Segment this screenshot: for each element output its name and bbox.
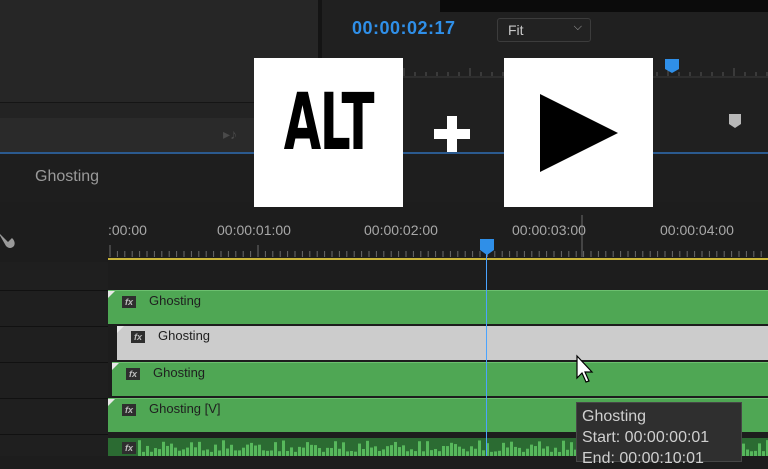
- ruler-timecode: 00:00:02:00: [364, 222, 438, 238]
- tooltip-title: Ghosting: [582, 408, 647, 425]
- clip-corner-marker: [112, 363, 119, 370]
- video-clip[interactable]: fx Ghosting: [108, 290, 768, 324]
- clip-name: Ghosting: [158, 328, 211, 343]
- fx-badge[interactable]: fx: [122, 404, 136, 416]
- clip-name: Ghosting [V]: [149, 401, 221, 416]
- clip-name: Ghosting: [153, 365, 206, 380]
- track-divider: [0, 398, 108, 399]
- work-area-bar[interactable]: [108, 258, 768, 260]
- fx-badge[interactable]: fx: [126, 368, 140, 380]
- add-marker-icon[interactable]: [728, 113, 742, 129]
- track-divider: [0, 326, 108, 327]
- ruler-timecode: :00:00: [108, 222, 147, 238]
- clip-corner-marker: [108, 399, 115, 406]
- alt-key-label: ALT: [283, 78, 375, 168]
- track-headers: [0, 262, 108, 456]
- fx-badge[interactable]: fx: [131, 331, 145, 343]
- playhead-line[interactable]: [486, 248, 487, 456]
- wrench-icon[interactable]: [0, 230, 18, 252]
- sequence-tab[interactable]: Ghosting: [35, 168, 99, 186]
- play-icon: [540, 94, 618, 172]
- ruler-timecode: 00:00:04:00: [660, 222, 734, 238]
- fx-badge[interactable]: fx: [122, 296, 136, 308]
- plus-icon: [434, 116, 470, 152]
- monitor-playhead-icon[interactable]: [664, 58, 680, 74]
- zoom-select[interactable]: Fit ⌵: [497, 18, 591, 42]
- chevron-down-icon: ⌵: [573, 21, 582, 33]
- ruler-timecode: 00:00:03:00: [512, 222, 586, 238]
- video-preview: [440, 0, 768, 12]
- play-key-graphic: [504, 58, 653, 207]
- fx-badge[interactable]: fx: [122, 442, 136, 454]
- tooltip-end: End: 00:00:10:01: [582, 450, 704, 467]
- video-clip[interactable]: fx Ghosting: [112, 362, 768, 396]
- audio-output-icon[interactable]: ▸♪: [223, 126, 237, 143]
- tooltip-start: Start: 00:00:00:01: [582, 429, 710, 446]
- clip-tooltip: Ghosting Start: 00:00:00:01 End: 00:00:1…: [576, 402, 742, 467]
- clip-corner-marker: [108, 291, 115, 298]
- video-clip-selected[interactable]: fx Ghosting: [117, 326, 768, 360]
- playhead-timecode[interactable]: 00:00:02:17: [352, 18, 456, 39]
- clip-corner-marker: [117, 326, 124, 333]
- track-divider: [0, 434, 108, 435]
- ruler-timecode: 00:00:01:00: [217, 222, 291, 238]
- alt-key-graphic: ALT: [254, 58, 403, 207]
- track-divider: [0, 290, 108, 291]
- zoom-select-value: Fit: [508, 22, 524, 38]
- clip-name: Ghosting: [149, 293, 202, 308]
- mouse-cursor-icon: [576, 354, 594, 383]
- playhead-icon[interactable]: [479, 238, 495, 256]
- track-divider: [0, 362, 108, 363]
